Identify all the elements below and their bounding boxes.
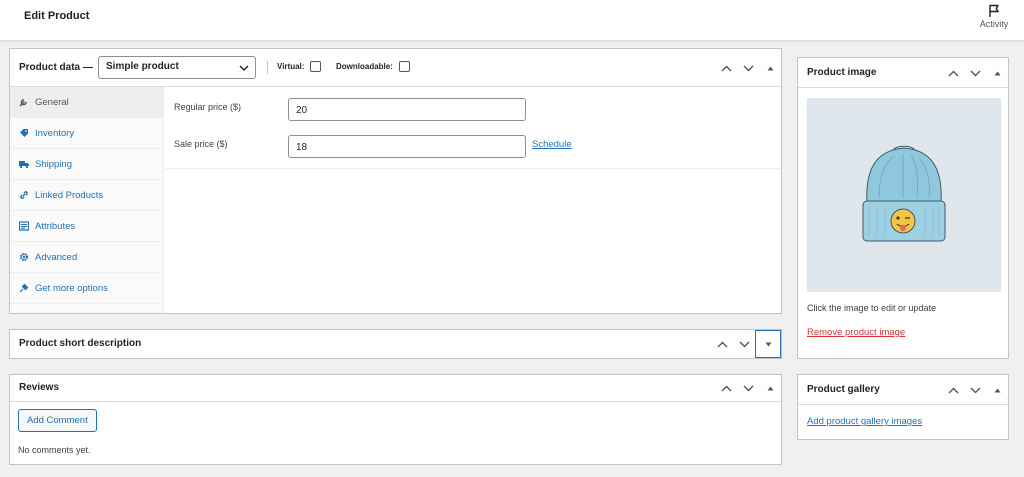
tab-attributes[interactable]: Attributes [10, 211, 163, 242]
product-data-tabs: General Inventory Shipping Linked Produc… [10, 87, 164, 313]
product-image-heading: Product image [807, 67, 877, 78]
chevron-down-icon [743, 65, 753, 71]
link-icon [19, 190, 29, 200]
add-gallery-images-link[interactable]: Add product gallery images [807, 416, 922, 427]
tab-label: General [35, 96, 69, 108]
tab-label: Shipping [35, 158, 72, 170]
product-gallery-header: Product gallery [798, 375, 1008, 405]
toggle-panel-button[interactable] [986, 378, 1008, 402]
plugin-icon [19, 283, 29, 293]
move-up-button[interactable] [942, 378, 964, 402]
move-up-button[interactable] [715, 377, 737, 401]
gear-icon [19, 252, 29, 262]
product-type-select[interactable]: Simple product [98, 56, 256, 79]
top-bar: Edit Product Activity [0, 0, 1024, 40]
chevron-up-icon [721, 385, 731, 392]
image-hint-text: Click the image to edit or update [807, 303, 937, 313]
panel-handles [715, 375, 781, 402]
caret-up-icon [994, 388, 1000, 392]
product-data-header: Product data — Simple product Virtual: D… [10, 49, 781, 87]
move-up-button[interactable] [942, 61, 964, 85]
beanie-image [862, 145, 946, 242]
panel-handles [942, 58, 1008, 88]
sale-price-label: Sale price ($) [174, 139, 228, 149]
tag-icon [19, 128, 29, 138]
chevron-up-icon [948, 387, 958, 393]
reviews-header: Reviews [10, 375, 781, 402]
truck-icon [19, 159, 29, 169]
regular-price-label: Regular price ($) [174, 102, 242, 112]
move-down-button[interactable] [964, 378, 986, 402]
tab-label: Inventory [35, 127, 75, 139]
virtual-label: Virtual: [277, 62, 305, 71]
product-data-heading: Product data — [19, 62, 93, 73]
no-comments-text: No comments yet. [18, 445, 91, 455]
page-title: Edit Product [24, 10, 90, 22]
product-image-header: Product image [798, 58, 1008, 88]
short-description-panel: Product short description [9, 329, 782, 359]
sale-price-input[interactable]: 18 [288, 135, 526, 158]
remove-image-link[interactable]: Remove product image [807, 327, 905, 338]
tab-get-more-options[interactable]: Get more options [10, 273, 163, 304]
panel-handles [942, 375, 1008, 405]
activity-button[interactable]: Activity [977, 4, 1011, 29]
move-down-button[interactable] [737, 377, 759, 401]
regular-price-input[interactable]: 20 [288, 98, 526, 121]
toggle-panel-button[interactable] [755, 330, 781, 358]
product-data-panel: Product data — Simple product Virtual: D… [9, 48, 782, 314]
reviews-heading: Reviews [19, 382, 60, 393]
chevron-up-icon [721, 65, 731, 71]
chevron-up-icon [717, 341, 727, 347]
short-description-header: Product short description [10, 330, 781, 358]
chevron-down-icon [970, 70, 980, 76]
tab-label: Linked Products [35, 189, 104, 201]
header-divider [267, 61, 268, 74]
toggle-panel-button[interactable] [986, 61, 1008, 85]
chevron-down-icon [970, 387, 980, 393]
chevron-down-icon [743, 385, 753, 392]
move-down-button[interactable] [737, 56, 759, 80]
tab-general[interactable]: General [10, 87, 163, 118]
reviews-panel: Reviews Add Comment No comments yet. [9, 374, 782, 465]
tab-advanced[interactable]: Advanced [10, 242, 163, 273]
tab-shipping[interactable]: Shipping [10, 149, 163, 180]
tab-label: Advanced [35, 251, 78, 263]
virtual-checkbox[interactable] [310, 61, 321, 72]
product-image-panel: Product image Click the image to edit or… [797, 57, 1009, 359]
caret-up-icon [767, 66, 773, 70]
product-gallery-panel: Product gallery Add product gallery imag… [797, 374, 1009, 440]
panel-handles [711, 330, 781, 358]
tab-label: Attributes [35, 220, 76, 232]
product-type-value: Simple product [106, 61, 179, 72]
list-icon [19, 221, 29, 231]
short-description-heading: Product short description [19, 338, 142, 349]
chevron-down-icon [239, 65, 249, 71]
product-image[interactable] [807, 98, 1001, 292]
flag-icon [989, 4, 999, 17]
panel-handles [715, 49, 781, 87]
chevron-up-icon [948, 70, 958, 76]
caret-up-icon [767, 386, 773, 391]
tab-inventory[interactable]: Inventory [10, 118, 163, 149]
general-fields: Regular price ($) 20 Sale price ($) 18 S… [165, 87, 781, 169]
caret-up-icon [994, 71, 1000, 75]
tab-linked-products[interactable]: Linked Products [10, 180, 163, 211]
downloadable-label: Downloadable: [336, 62, 393, 71]
wrench-icon [19, 97, 29, 107]
move-down-button[interactable] [733, 332, 755, 356]
toggle-panel-button[interactable] [759, 377, 781, 401]
schedule-link[interactable]: Schedule [532, 139, 572, 150]
move-down-button[interactable] [964, 61, 986, 85]
caret-down-icon [765, 342, 771, 346]
tab-label: Get more options [35, 282, 108, 294]
chevron-down-icon [739, 341, 749, 347]
add-comment-button[interactable]: Add Comment [18, 409, 97, 432]
product-gallery-heading: Product gallery [807, 384, 880, 395]
move-up-button[interactable] [711, 332, 733, 356]
activity-label: Activity [979, 19, 1009, 29]
move-up-button[interactable] [715, 56, 737, 80]
downloadable-checkbox[interactable] [399, 61, 410, 72]
toggle-panel-button[interactable] [759, 56, 781, 80]
